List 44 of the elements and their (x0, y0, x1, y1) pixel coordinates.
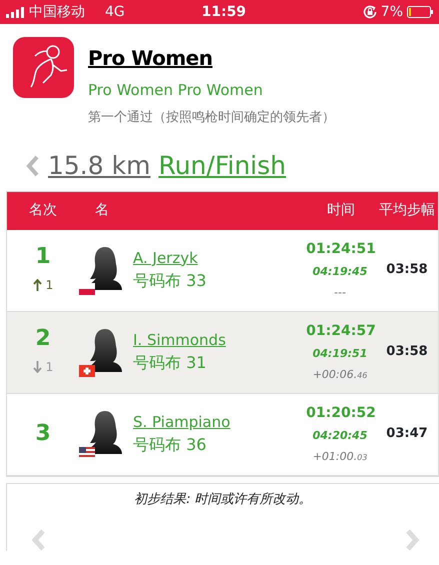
event-description: 第一个通过（按照鸣枪时间确定的领先者） (88, 108, 335, 126)
average-pace: 03:47 (385, 425, 429, 444)
time-gap: --- (334, 284, 346, 300)
event-subtitle: Pro Women Pro Women (88, 80, 264, 101)
average-pace: 03:58 (385, 261, 429, 280)
bib-number: 号码布 36 (133, 434, 208, 456)
signal-icon (6, 6, 25, 18)
average-pace: 03:58 (385, 343, 429, 362)
split-time: 04:19:45 (312, 264, 368, 280)
previous-chevron-icon[interactable] (32, 529, 46, 551)
distance-link[interactable]: 15.8 km (48, 147, 150, 184)
column-header: 平均步幅 (378, 201, 436, 220)
split-time: 04:20:45 (312, 428, 368, 444)
bib-number: 号码布 33 (133, 270, 208, 292)
athlete-name-link[interactable]: S. Piampiano (133, 410, 230, 434)
split-time: 04:19:51 (312, 346, 368, 362)
rank-number: 2 (35, 328, 51, 350)
finish-time: 01:20:52 (306, 404, 376, 423)
status-time: 11:59 (200, 2, 248, 22)
carrier-name: 中国移动 (29, 2, 85, 22)
rotation-lock-icon (362, 5, 377, 19)
battery-percent: 7% (380, 2, 403, 22)
split-name-link[interactable]: Run/Finish (158, 147, 286, 184)
rank-number: 3 (35, 423, 51, 445)
column-header: 名 (94, 201, 110, 220)
finish-time: 01:24:57 (306, 322, 376, 341)
network-type: 4G (105, 2, 125, 22)
back-chevron-icon[interactable] (26, 154, 40, 177)
column-header: 名次 (28, 201, 58, 220)
rank-number: 1 (35, 246, 51, 268)
bib-number: 号码布 31 (133, 352, 208, 374)
finish-time: 01:24:51 (306, 240, 376, 259)
event-title-link[interactable]: Pro Women (88, 43, 335, 73)
rank-change: 1 (46, 359, 54, 376)
athlete-name-link[interactable]: I. Simmonds (133, 328, 226, 352)
app-icon (13, 37, 74, 98)
rank-change: 1 (46, 277, 54, 294)
time-gap: +01:00.03 (312, 448, 368, 464)
column-header: 时间 (326, 201, 356, 220)
battery-icon (407, 6, 433, 18)
next-chevron-icon[interactable] (405, 529, 419, 551)
time-gap: +00:06.46 (312, 366, 368, 382)
athlete-name-link[interactable]: A. Jerzyk (133, 246, 198, 270)
results-disclaimer: 初步结果: 时间或许有所改动。 (133, 490, 313, 508)
